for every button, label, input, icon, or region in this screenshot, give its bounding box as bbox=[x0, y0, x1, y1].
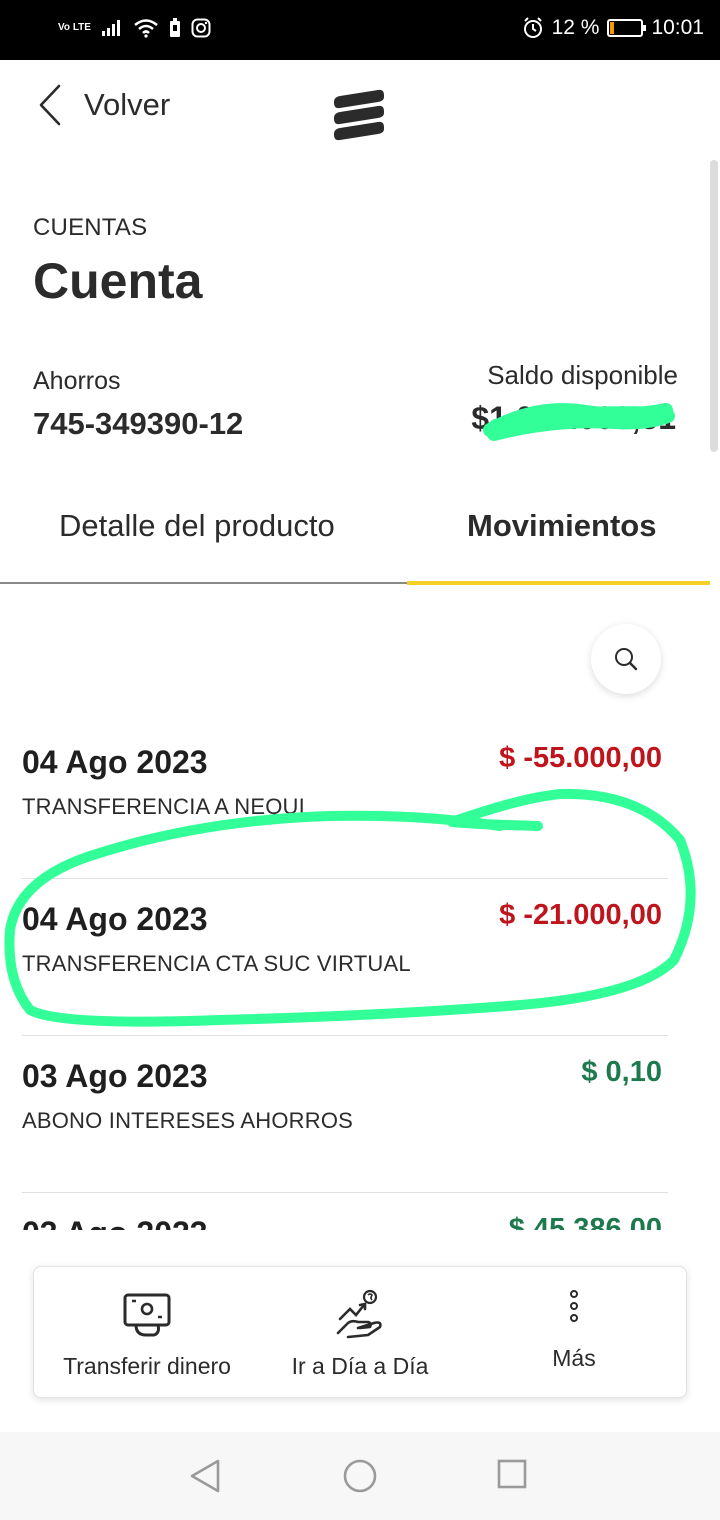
transaction-date: 04 Ago 2023 bbox=[22, 744, 208, 780]
transaction-amount: $ 45.386,00 bbox=[508, 1213, 662, 1230]
clock: 10:01 bbox=[651, 16, 704, 39]
dia-a-dia-button[interactable]: Ir a Día a Día bbox=[260, 1267, 460, 1399]
battery-fill bbox=[610, 22, 615, 34]
hand-growth-icon bbox=[336, 1289, 382, 1339]
search-button[interactable] bbox=[591, 624, 661, 694]
section-label: CUENTAS bbox=[33, 214, 148, 241]
search-icon bbox=[615, 648, 638, 671]
account-type: Ahorros bbox=[33, 367, 121, 395]
transaction-date: 04 Ago 2023 bbox=[22, 901, 208, 937]
back-label: Volver bbox=[84, 87, 171, 122]
transaction-row[interactable]: 03 Ago 2023 ABONO INTERESES AHORROS $ 0,… bbox=[22, 1036, 668, 1193]
transaction-amount: $ 0,10 bbox=[581, 1056, 662, 1088]
dia-a-dia-label: Ir a Día a Día bbox=[291, 1353, 429, 1379]
transfer-money-button[interactable]: Transferir dinero bbox=[34, 1267, 260, 1399]
more-button[interactable]: Más bbox=[460, 1267, 688, 1399]
transaction-amount: $ -21.000,00 bbox=[499, 899, 662, 931]
tab-divider bbox=[0, 582, 407, 584]
back-button[interactable]: Volver bbox=[38, 84, 170, 126]
transaction-amount: $ -55.000,00 bbox=[499, 742, 662, 774]
bank-logo-icon bbox=[334, 89, 384, 141]
transaction-date: 03 Ago 2023 bbox=[22, 1058, 208, 1094]
signal-icon bbox=[101, 20, 120, 36]
status-icons-left: Vo LTE bbox=[58, 18, 211, 38]
system-nav-bar bbox=[0, 1432, 720, 1520]
battery-saver-icon bbox=[169, 18, 180, 37]
quick-actions-card: Transferir dinero Ir a Día a Día Más bbox=[33, 1266, 687, 1398]
transfer-money-label: Transferir dinero bbox=[63, 1353, 231, 1379]
transaction-date: 03 Ago 2023 bbox=[22, 1215, 208, 1230]
wifi-icon bbox=[134, 19, 158, 38]
tab-detalle-producto[interactable]: Detalle del producto bbox=[59, 508, 335, 544]
transaction-row[interactable]: 04 Ago 2023 TRANSFERENCIA A NEQUI $ -55.… bbox=[22, 722, 668, 879]
status-icons-right: 12 % 10:01 bbox=[522, 16, 704, 40]
page-title: Cuenta bbox=[33, 253, 203, 309]
tab-bar: Detalle del producto Movimientos bbox=[0, 490, 720, 586]
transaction-description: TRANSFERENCIA A NEQUI bbox=[22, 794, 305, 819]
volte-indicator: Vo LTE bbox=[58, 22, 91, 33]
battery-percent: 12 % bbox=[551, 16, 600, 39]
status-bar: Vo LTE 12 % 10:01 bbox=[0, 0, 720, 60]
transfer-money-icon bbox=[123, 1293, 171, 1337]
alarm-icon bbox=[523, 17, 542, 38]
tab-active-indicator bbox=[407, 581, 710, 585]
transactions-list: 04 Ago 2023 TRANSFERENCIA A NEQUI $ -55.… bbox=[22, 722, 668, 1230]
balance-label: Saldo disponible bbox=[487, 360, 678, 390]
nav-recents-icon[interactable] bbox=[496, 1458, 528, 1490]
scrollbar[interactable] bbox=[710, 160, 718, 452]
battery-icon bbox=[607, 19, 647, 37]
transaction-row[interactable]: 04 Ago 2023 TRANSFERENCIA CTA SUC VIRTUA… bbox=[22, 879, 668, 1036]
more-label: Más bbox=[552, 1345, 596, 1371]
redaction-scribble bbox=[483, 403, 675, 441]
more-vertical-icon bbox=[570, 1290, 578, 1322]
nav-home-icon[interactable] bbox=[342, 1458, 378, 1494]
transaction-description: ABONO INTERESES AHORROS bbox=[22, 1108, 354, 1133]
account-number: 745-349390-12 bbox=[33, 406, 244, 441]
transaction-description: TRANSFERENCIA CTA SUC VIRTUAL bbox=[22, 951, 411, 976]
chevron-left-icon bbox=[39, 84, 61, 126]
instagram-icon bbox=[191, 18, 211, 38]
nav-back-icon[interactable] bbox=[188, 1458, 222, 1494]
tab-movimientos[interactable]: Movimientos bbox=[467, 508, 656, 544]
transaction-row[interactable]: 03 Ago 2023 $ 45.386,00 bbox=[22, 1193, 668, 1230]
